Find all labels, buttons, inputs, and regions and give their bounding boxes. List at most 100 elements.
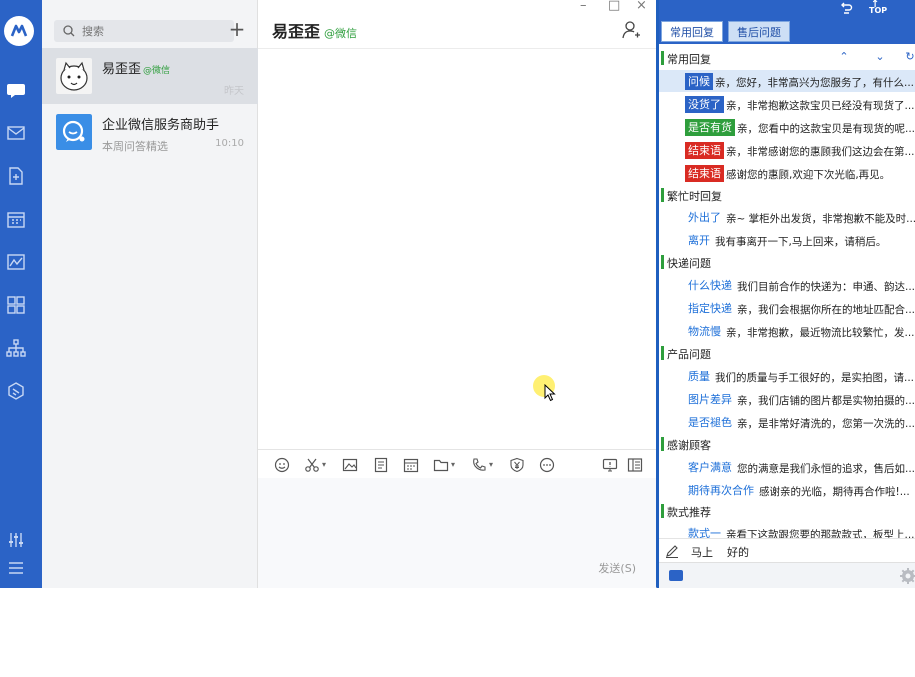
cube-icon[interactable] [6, 381, 26, 401]
logo-icon[interactable] [4, 16, 34, 46]
reply-item[interactable]: 期待再次合作 感谢亲的光临，期待再合作啦!... [659, 479, 915, 501]
org-icon[interactable] [6, 338, 26, 358]
reply-key: 没货了 [685, 96, 724, 113]
calendar-icon[interactable] [403, 457, 419, 475]
category-header[interactable]: 感谢顾客 [659, 434, 915, 454]
quick-word[interactable]: 好的 [727, 544, 749, 560]
reply-item[interactable]: 结束语 亲，非常感谢您的惠顾我们这边会在第... [659, 139, 915, 161]
chevron-down-icon[interactable]: ▾ [322, 460, 326, 478]
image-icon[interactable] [342, 457, 358, 475]
reply-item[interactable]: 物流慢 亲，非常抱歉，最近物流比较繁忙，发... [659, 320, 915, 342]
category-label: 感谢顾客 [667, 439, 711, 452]
collapse-down-icon[interactable]: ⌄ [873, 50, 887, 64]
reply-text: 亲~ 掌柜外出发货，非常抱歉不能及时... [726, 213, 915, 225]
add-icon[interactable]: + [228, 19, 246, 40]
conversation-time: 10:10 [215, 138, 244, 149]
conversation-item[interactable]: 易歪歪 @微信 昨天 [42, 48, 258, 104]
cursor-arrow-icon [544, 384, 556, 402]
search-box[interactable] [54, 20, 234, 42]
refresh-icon[interactable] [839, 2, 853, 15]
quick-words-bar: 马上 好的 [659, 538, 915, 562]
reply-key: 图片差异 [688, 393, 732, 406]
phone-icon[interactable] [471, 457, 487, 475]
category-marker [661, 504, 664, 518]
reply-text: 亲，我们店铺的图片都是实物拍摄的... [737, 395, 915, 407]
reply-item[interactable]: 外出了 亲~ 掌柜外出发货，非常抱歉不能及时... [659, 206, 915, 228]
category-label: 繁忙时回复 [667, 190, 722, 203]
collapse-up-icon[interactable]: ⌃ [837, 50, 851, 64]
reply-key: 问候 [685, 73, 713, 90]
category-label: 产品问题 [667, 348, 711, 361]
reply-item[interactable]: 图片差异 亲，我们店铺的图片都是实物拍摄的... [659, 388, 915, 410]
category-marker [661, 51, 664, 65]
category-label: 常用回复 [667, 53, 711, 66]
reply-item[interactable]: 质量 我们的质量与手工很好的，是实拍图，请... [659, 365, 915, 387]
sidebar-icon[interactable] [627, 457, 643, 475]
menu-icon[interactable] [6, 558, 26, 578]
reply-key: 指定快递 [688, 302, 732, 315]
document-icon[interactable] [6, 166, 26, 186]
mail-icon[interactable] [6, 123, 26, 143]
reply-item[interactable]: 是否有货 亲，您看中的这款宝贝是有现货的呢... [659, 116, 915, 138]
reply-text: 亲，是非常好清洗的，您第一次洗的... [737, 418, 915, 430]
minimize-button[interactable]: – [580, 0, 587, 13]
reply-item[interactable]: 款式一 亲看下这款跟您要的那款款式，板型上... [659, 522, 915, 538]
screen-share-icon[interactable] [602, 457, 618, 475]
maximize-button[interactable]: □ [608, 0, 620, 13]
more-icon[interactable] [539, 457, 555, 475]
reply-list: 常用回复 ⌃ ⌄ ↻ 问候 亲，您好，非常高兴为您服务了，有什么... 没货了 亲，… [659, 46, 915, 538]
chart-icon[interactable] [6, 252, 26, 272]
side-tabs: 常用回复 售后问题 [659, 18, 915, 44]
reload-icon[interactable]: ↻ [903, 50, 915, 64]
top-button[interactable]: TOP [869, 6, 887, 15]
category-marker [661, 255, 664, 269]
category-header[interactable]: 繁忙时回复 [659, 185, 915, 205]
message-input[interactable]: 发送(S) [258, 478, 656, 588]
chat-icon[interactable] [6, 80, 26, 100]
send-button[interactable]: 发送(S) [598, 560, 636, 576]
scissors-icon[interactable] [304, 457, 320, 475]
folder-icon[interactable] [669, 570, 683, 581]
chat-panel: – □ × 易歪歪 @微信 ▾ ▾ ▾ 发送(S) [258, 0, 656, 588]
reply-item[interactable]: 结束语 感谢您的惠顾,欢迎下次光临,再见。 [659, 162, 915, 184]
reply-item[interactable]: 是否褪色 亲，是非常好清洗的，您第一次洗的... [659, 411, 915, 433]
edit-icon[interactable] [665, 544, 679, 558]
category-header[interactable]: 产品问题 [659, 343, 915, 363]
reply-item[interactable]: 指定快递 亲，我们会根据你所在的地址匹配合... [659, 297, 915, 319]
shield-yen-icon[interactable] [509, 457, 525, 475]
reply-item[interactable]: 没货了 亲，非常抱歉这款宝贝已经没有现货了... [659, 93, 915, 115]
conversation-name: 易歪歪 @微信 [102, 62, 171, 77]
document-icon[interactable] [373, 457, 389, 475]
category-marker [661, 437, 664, 451]
conversation-item[interactable]: 企业微信服务商助手 本周问答精选 10:10 [42, 104, 258, 160]
reply-item[interactable]: 客户满意 您的满意是我们永恒的追求，售后如... [659, 456, 915, 478]
reply-item[interactable]: 问候 亲，您好，非常高兴为您服务了，有什么... [659, 70, 915, 92]
quick-reply-panel: ↑ TOP 常用回复 售后问题 常用回复 ⌃ ⌄ ↻ 问候 亲，您好，非常高兴为您… [657, 0, 915, 588]
chevron-down-icon[interactable]: ▾ [489, 460, 493, 478]
message-area [258, 49, 656, 449]
reply-text: 亲，非常抱歉，最近物流比较繁忙，发... [726, 327, 915, 339]
category-header[interactable]: 款式推荐 [659, 501, 915, 521]
avatar [56, 114, 92, 150]
category-header[interactable]: 快递问题 [659, 252, 915, 272]
tab-after-sales[interactable]: 售后问题 [728, 21, 790, 42]
chat-app-window: + 易歪歪@微信 昨天 企业微信服务商助手 本周问答精选 10:10 – □ ×… [0, 0, 657, 588]
emoji-icon[interactable] [274, 457, 290, 475]
quick-word[interactable]: 马上 [691, 544, 713, 560]
close-button[interactable]: × [636, 0, 647, 13]
chevron-down-icon[interactable]: ▾ [451, 460, 455, 478]
calendar-icon[interactable] [6, 209, 26, 229]
settings-sliders-icon[interactable] [6, 530, 26, 550]
reply-key: 期待再次合作 [688, 484, 754, 497]
folder-icon[interactable] [433, 457, 449, 475]
gear-icon[interactable] [899, 567, 915, 585]
category-marker [661, 188, 664, 202]
reply-item[interactable]: 离开 我有事离开一下,马上回来，请稍后。 [659, 229, 915, 251]
tab-common-replies[interactable]: 常用回复 [661, 21, 723, 42]
reply-item[interactable]: 什么快递 我们目前合作的快递为：申通、韵达... [659, 274, 915, 296]
reply-key: 物流慢 [688, 325, 721, 338]
apps-icon[interactable] [6, 295, 26, 315]
search-input[interactable] [82, 21, 222, 41]
add-member-icon[interactable] [622, 20, 640, 40]
avatar [56, 58, 92, 94]
